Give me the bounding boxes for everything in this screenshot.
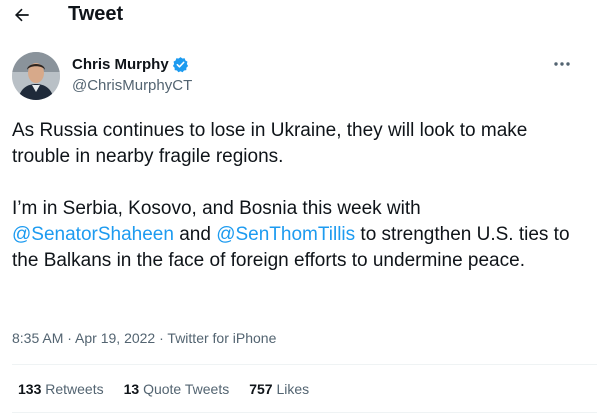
tweet-author: Chris Murphy @ChrisMurphyCT (12, 52, 587, 104)
tweet-source[interactable]: Twitter for iPhone (167, 330, 276, 346)
retweets-count: 133 (18, 381, 42, 397)
verified-badge-icon (172, 56, 189, 73)
likes-count: 757 (249, 381, 273, 397)
more-options-button[interactable] (549, 54, 575, 74)
meta-separator: · (63, 330, 76, 346)
tweet-meta: 8:35 AM · Apr 19, 2022 · Twitter for iPh… (12, 330, 276, 346)
divider (12, 412, 597, 413)
quote-tweets-label: Quote Tweets (143, 381, 230, 397)
top-bar: Tweet (0, 0, 597, 30)
mention-senator-shaheen[interactable]: @SenatorShaheen (12, 224, 174, 245)
tweet-paragraph-2: I’m in Serbia, Kosovo, and Bosnia this w… (12, 196, 587, 274)
author-handle[interactable]: @ChrisMurphyCT (72, 77, 192, 94)
meta-separator: · (155, 330, 168, 346)
tweet-paragraph-1: As Russia continues to lose in Ukraine, … (12, 120, 528, 167)
tweet-time[interactable]: 8:35 AM (12, 330, 63, 346)
tweet-text: As Russia continues to lose in Ukraine, … (12, 118, 587, 274)
tweet-text-segment: I’m in Serbia, Kosovo, and Bosnia this w… (12, 198, 421, 219)
more-dots-icon (554, 62, 570, 66)
likes-label: Likes (276, 381, 310, 397)
back-arrow-icon (15, 8, 29, 22)
retweets-stat[interactable]: 133 Retweets (18, 381, 104, 397)
likes-stat[interactable]: 757 Likes (249, 381, 309, 397)
retweets-label: Retweets (45, 381, 104, 397)
quote-tweets-count: 13 (123, 381, 140, 397)
quote-tweets-stat[interactable]: 13 Quote Tweets (124, 381, 230, 397)
tweet-text-segment: and (173, 224, 217, 245)
author-name[interactable]: Chris Murphy (72, 56, 169, 73)
mention-senthomtillis[interactable]: @SenThomTillis (216, 224, 355, 245)
page-title: Tweet (68, 3, 124, 25)
back-button[interactable] (8, 0, 36, 30)
avatar-image (12, 52, 60, 100)
author-name-row[interactable]: Chris Murphy (72, 56, 189, 73)
divider (12, 364, 597, 365)
avatar[interactable] (12, 52, 60, 100)
tweet-stats: 133 Retweets 13 Quote Tweets 757 Likes (18, 381, 329, 397)
tweet-date[interactable]: Apr 19, 2022 (75, 330, 155, 346)
